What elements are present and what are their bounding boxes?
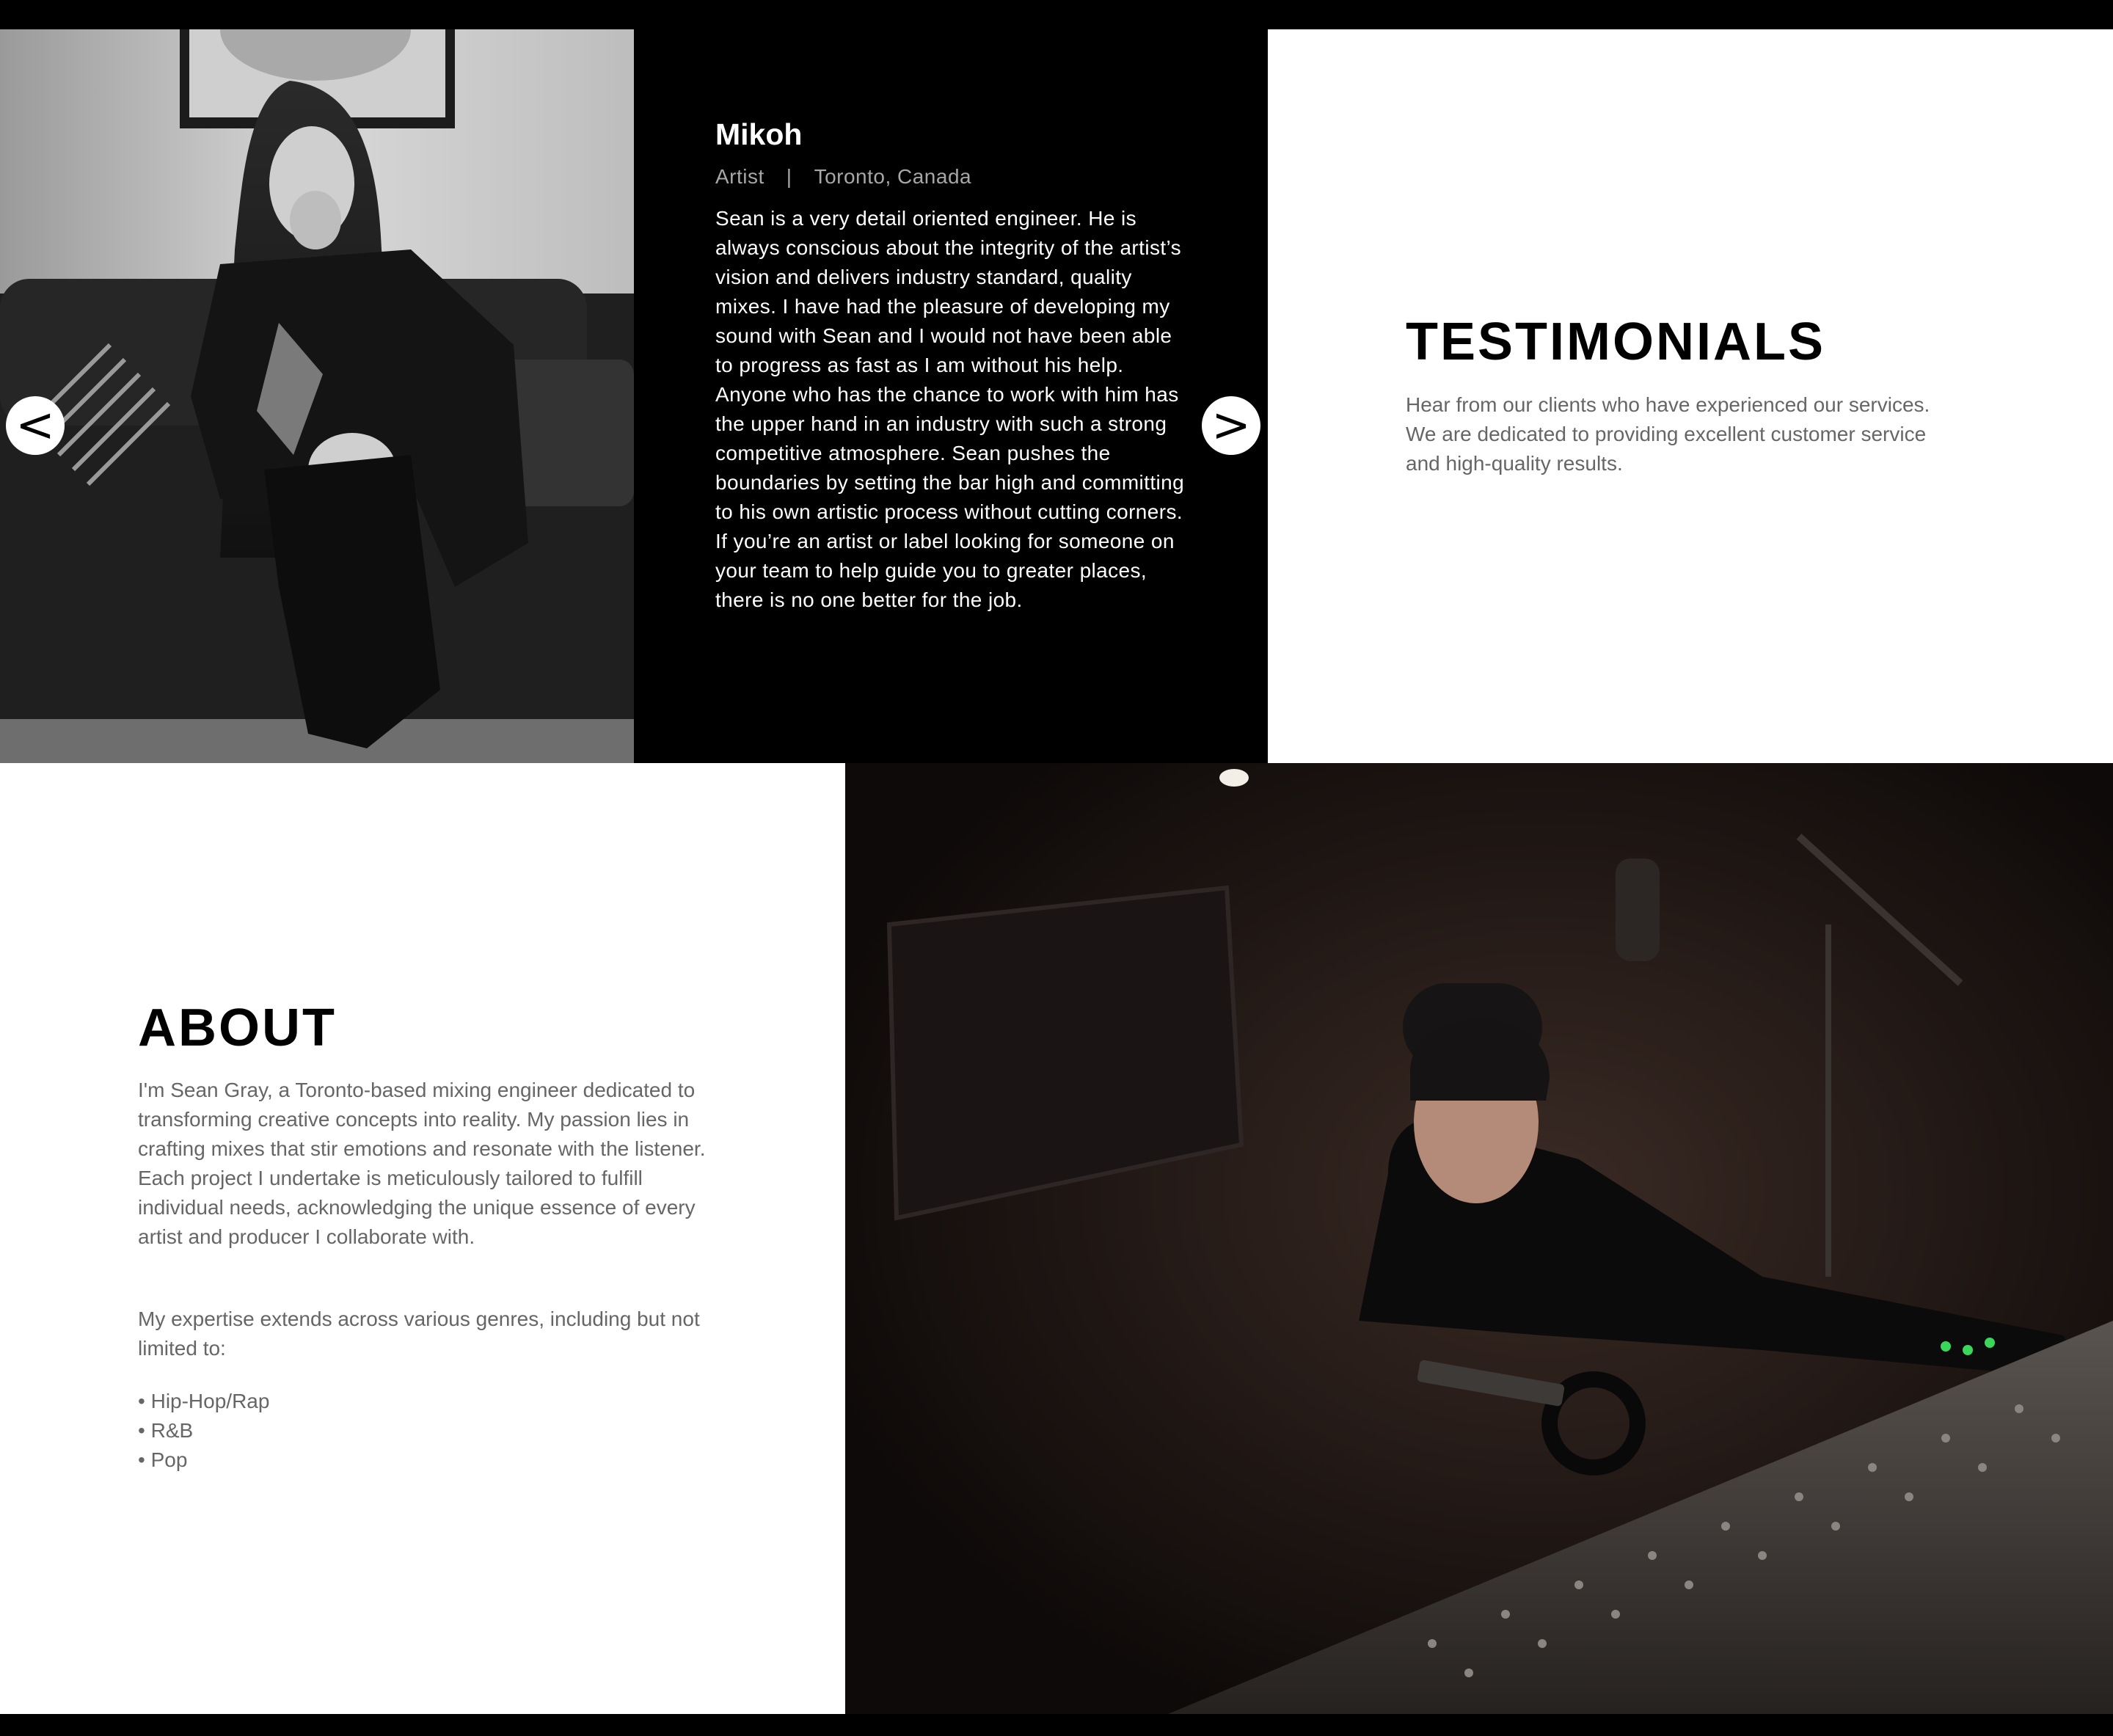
about-title: ABOUT: [138, 999, 337, 1057]
genre-list: Hip-Hop/Rap R&B Pop: [138, 1387, 270, 1475]
testimonial-client-photo: [0, 29, 634, 763]
studio-photo: [845, 763, 2113, 1714]
about-panel: ABOUT I'm Sean Gray, a Toronto-based mix…: [0, 763, 845, 1714]
testimonial-quote: Sean is a very detail oriented engineer.…: [715, 207, 1185, 611]
previous-testimonial-button[interactable]: <: [6, 396, 65, 455]
testimonials-title: TESTIMONIALS: [1406, 313, 1825, 371]
genre-item: Hip-Hop/Rap: [138, 1387, 270, 1416]
studio-photo-illustration: [845, 763, 2113, 1714]
client-role: Artist: [715, 165, 764, 188]
client-meta: Artist | Toronto, Canada: [715, 165, 971, 189]
testimonials-intro-panel: TESTIMONIALS Hear from our clients who h…: [1268, 29, 2113, 763]
testimonials-description: Hear from our clients who have experienc…: [1406, 393, 1930, 475]
meta-separator: |: [786, 165, 792, 188]
about-paragraph-genres: My expertise extends across various genr…: [138, 1308, 700, 1360]
client-location: Toronto, Canada: [814, 165, 972, 188]
genre-item: Pop: [138, 1445, 269, 1475]
about-paragraph-intro: I'm Sean Gray, a Toronto-based mixing en…: [138, 1079, 706, 1248]
client-name: Mikoh: [715, 117, 803, 151]
testimonial-card: Mikoh Artist | Toronto, Canada Sean is a v…: [634, 29, 1268, 763]
next-testimonial-button[interactable]: >: [1202, 396, 1260, 455]
client-photo-illustration: [0, 29, 634, 763]
genre-item: R&B: [138, 1416, 269, 1445]
